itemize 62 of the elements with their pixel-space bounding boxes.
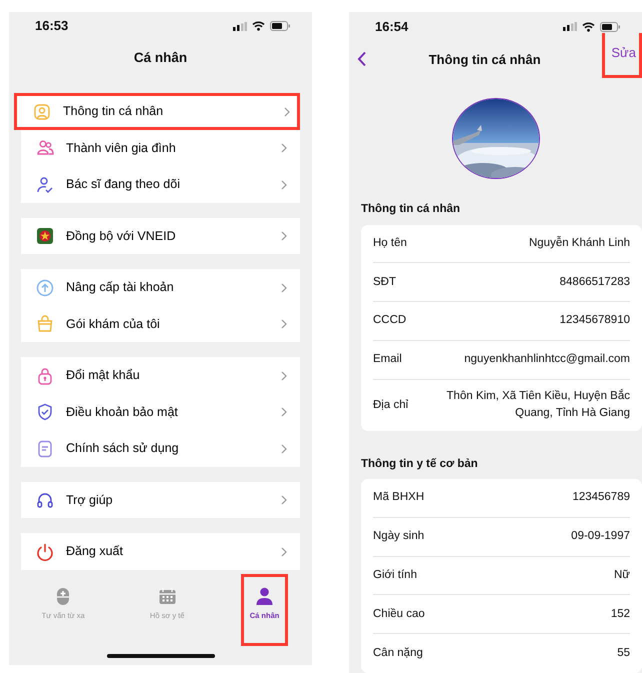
emblem-icon [36, 227, 54, 246]
field-value: 12345678910 [560, 313, 630, 328]
status-time: 16:54 [375, 18, 408, 36]
person-icon [255, 587, 274, 606]
bag-icon [36, 315, 54, 334]
field-label: Địa chỉ [373, 398, 408, 413]
shield-check-icon [36, 403, 54, 422]
chevron-right-icon [281, 319, 287, 330]
back-icon [357, 51, 367, 68]
field-value: 123456789 [572, 490, 630, 506]
field-label: SĐT [373, 274, 396, 290]
signal-icon [233, 22, 247, 31]
person-icon [33, 102, 51, 121]
calendar-icon [158, 587, 177, 606]
page-title: Thông tin cá nhân [428, 50, 541, 69]
section-heading: Thông tin cá nhân [360, 202, 462, 218]
chevron-right-icon [281, 180, 287, 190]
status-time: 16:53 [35, 17, 68, 36]
menu-item[interactable]: Thông tin cá nhân [14, 93, 300, 130]
menu-item[interactable]: Đồng bộ với VNEID [21, 218, 300, 254]
battery-icon [600, 22, 620, 32]
chevron-right-icon [281, 495, 287, 506]
wifi-icon [582, 22, 595, 32]
field-label: CCCD [373, 313, 406, 328]
field-label: Chiều cao [373, 606, 425, 622]
chevron-right-icon [284, 106, 290, 117]
chevron-right-icon [281, 143, 287, 154]
field-value: 152 [610, 606, 630, 622]
battery-icon [270, 21, 290, 32]
arrow-up-circle-icon [36, 278, 54, 297]
signal-icon [563, 22, 577, 32]
edit-button[interactable]: Sửa [602, 33, 642, 78]
chevron-right-icon [281, 282, 287, 293]
power-icon [36, 542, 54, 561]
field-label: Giới tính [373, 568, 417, 583]
chevron-right-icon [281, 546, 287, 557]
menu-item[interactable]: Đăng xuất [21, 533, 300, 570]
field-value: 84866517283 [560, 274, 630, 290]
chevron-right-icon [281, 444, 287, 454]
people-icon [36, 139, 54, 158]
chevron-right-icon [281, 407, 287, 418]
field-value: 09-09-1997 [571, 529, 630, 544]
field-label: Email [373, 352, 402, 368]
lock-icon [36, 366, 54, 385]
headphones-icon [36, 491, 54, 510]
chevron-right-icon [281, 370, 287, 381]
document-icon [36, 440, 54, 458]
field-label: Họ tên [373, 236, 407, 251]
section-heading: Thông tin y tế cơ bản [360, 456, 479, 472]
menu-item[interactable]: Trợ giúp [21, 482, 300, 518]
field-value: 55 [617, 646, 630, 661]
field-label: Mã BHXH [373, 490, 424, 506]
wifi-icon [252, 21, 265, 32]
chevron-right-icon [281, 231, 287, 242]
field-value: nguyenkhanhlinhtcc@gmail.com [464, 352, 630, 368]
field-label: Ngày sinh [373, 529, 424, 544]
page-title: Cá nhân [132, 49, 188, 68]
field-value: Nguyễn Khánh Linh [528, 235, 630, 251]
person-check-icon [36, 176, 54, 194]
field-value: Thôn Kim, Xã Tiên Kiều, Huyện Bắc Quang, Tỉnh Hà Giang [446, 388, 630, 422]
field-value: Nữ [614, 568, 630, 583]
field-label: Cân nặng [373, 646, 423, 661]
